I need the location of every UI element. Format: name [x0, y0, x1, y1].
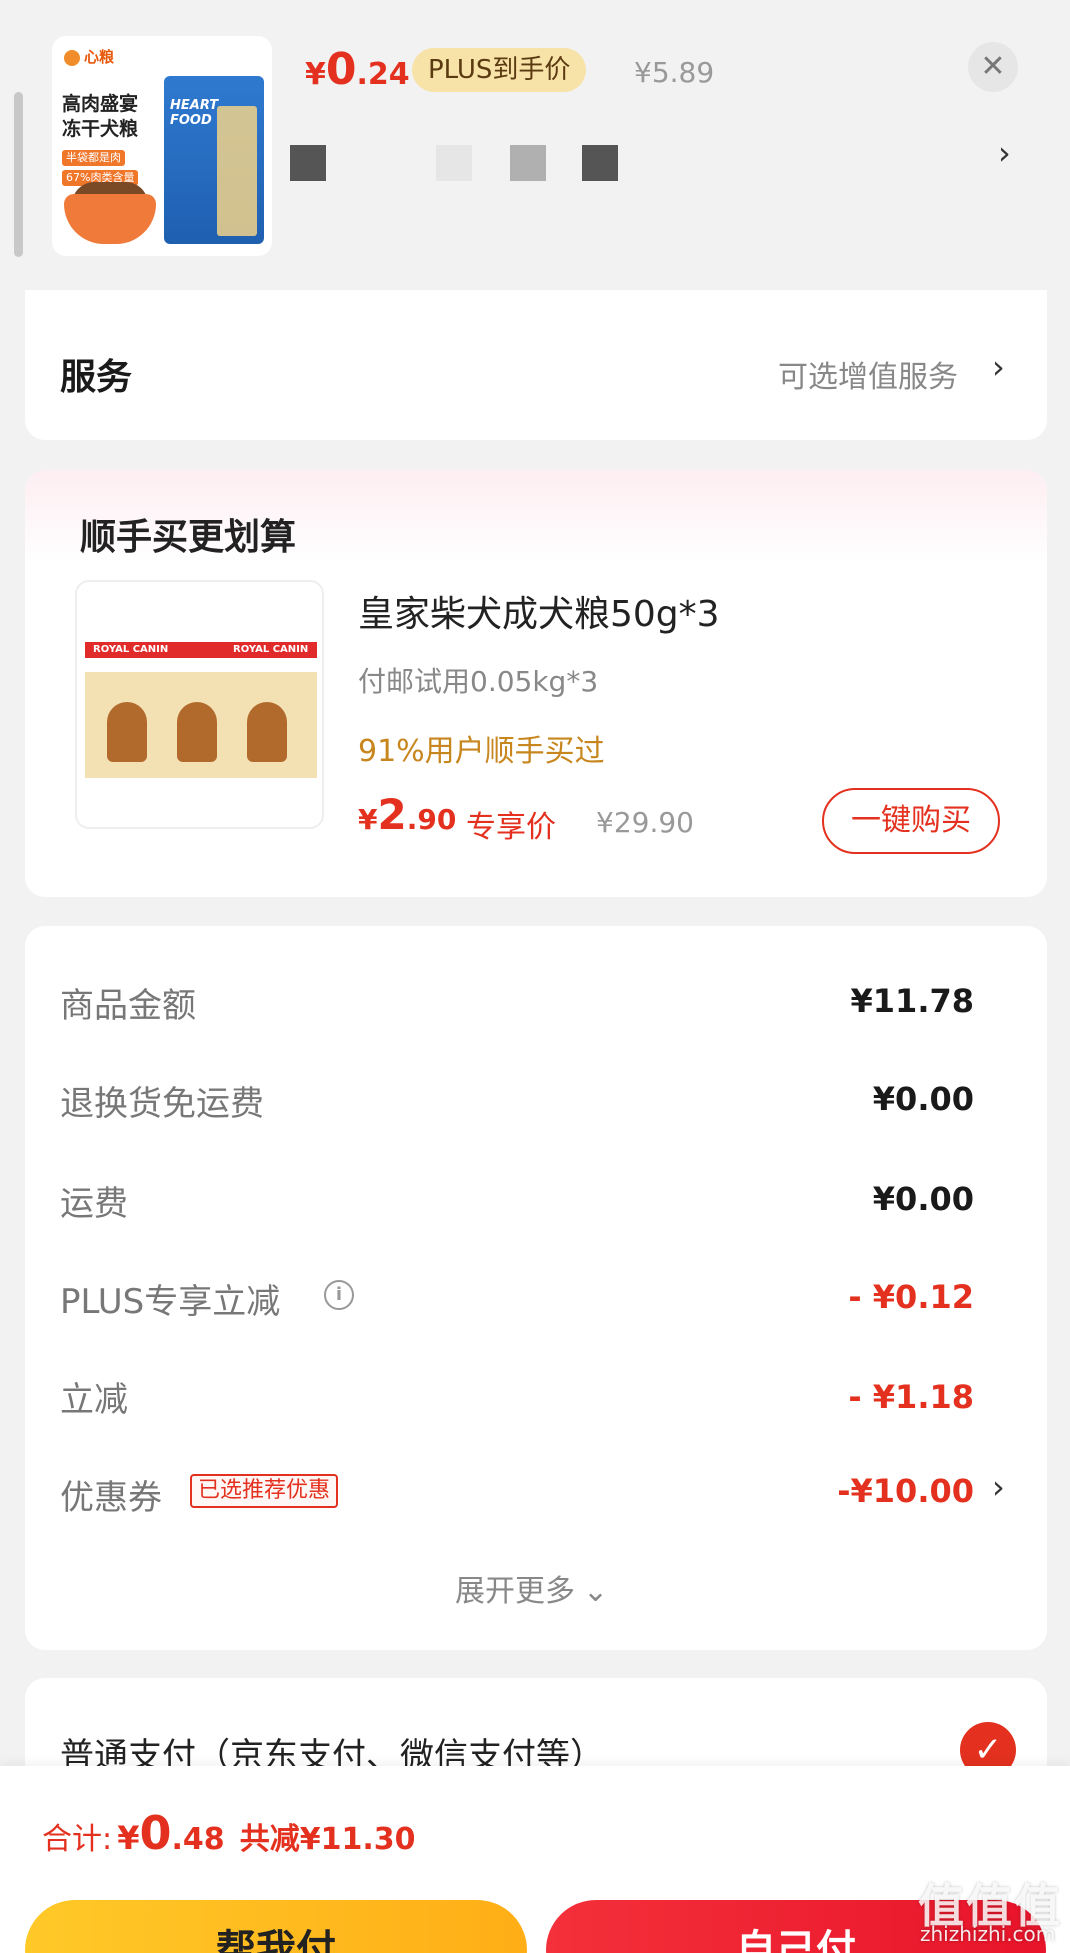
plus-price-badge: PLUS到手价 [412, 48, 587, 92]
thumbnail-tag: 半袋都是肉 [62, 150, 125, 166]
summary-row-value: ¥11.78 [850, 982, 974, 1020]
original-price: ¥5.89 [634, 56, 715, 89]
summary-row-label: 优惠券 [60, 1478, 162, 1518]
bag-brand-text: HEART FOOD [170, 98, 219, 128]
chevron-down-icon: ⌄ [583, 1574, 609, 1609]
service-title: 服务 [60, 357, 133, 398]
variant-more-chevron-icon[interactable]: › [998, 134, 1011, 172]
addon-title: 顺手买更划算 [80, 517, 297, 558]
summary-row-value: ¥0.00 [872, 1080, 974, 1118]
coupon-value[interactable]: -¥10.00 [780, 1472, 974, 1510]
package-brand: ROYAL CANIN [93, 644, 169, 655]
summary-row-value: - ¥1.18 [848, 1378, 974, 1416]
summary-row-value: ¥0.00 [872, 1180, 974, 1218]
addon-popularity: 91%用户顺手买过 [358, 734, 605, 769]
product-thumbnail[interactable]: 心粮 高肉盛宴 冻干犬粮 半袋都是肉 67%肉类含量 HEART FOOD [52, 36, 272, 256]
dog-graphic [107, 702, 147, 762]
summary-row-label: 退换货免运费 [60, 1084, 264, 1124]
addon-subtitle: 付邮试用0.05kg*3 [358, 665, 599, 698]
close-button[interactable]: ✕ [968, 42, 1018, 92]
variant-swatch[interactable] [582, 145, 618, 181]
coupon-recommended-badge: 已选推荐优惠 [190, 1474, 339, 1508]
paw-icon [64, 49, 80, 66]
help-pay-button[interactable]: 帮我付 [25, 1900, 527, 1953]
addon-original-price: ¥29.90 [596, 806, 694, 839]
summary-row-label: 立减 [60, 1380, 128, 1420]
addon-price: ¥2.90 [358, 790, 457, 839]
dog-graphic [177, 702, 217, 762]
bowl-graphic [64, 194, 156, 244]
chevron-right-icon[interactable]: › [992, 1468, 1005, 1506]
scroll-indicator[interactable] [14, 92, 23, 257]
summary-row-label: PLUS专享立减 [60, 1282, 281, 1322]
variant-swatch[interactable] [290, 145, 326, 181]
chevron-right-icon[interactable]: › [992, 348, 1005, 386]
one-click-buy-button[interactable]: 一键购买 [822, 788, 1000, 854]
summary-row-label: 运费 [60, 1184, 128, 1224]
exclusive-price-label: 专享价 [466, 810, 556, 845]
service-option-label[interactable]: 可选增值服务 [778, 352, 958, 396]
addon-name[interactable]: 皇家柴犬成犬粮50g*3 [358, 585, 720, 637]
variant-swatch[interactable] [436, 145, 472, 181]
thumbnail-brand: 心粮 [64, 46, 114, 67]
product-price: ¥0.24 [305, 44, 410, 95]
summary-row-value: - ¥0.12 [848, 1278, 974, 1316]
variant-swatch[interactable] [510, 145, 546, 181]
package-brand: ROYAL CANIN [233, 644, 309, 655]
info-icon[interactable]: i [324, 1280, 354, 1310]
expand-more-button[interactable]: 展开更多 ⌄ [455, 1566, 608, 1610]
watermark-url: zhizhizhi.com [920, 1922, 1056, 1946]
dog-graphic [247, 702, 287, 762]
thumbnail-title: 高肉盛宴 冻干犬粮 [62, 93, 139, 140]
addon-product-image[interactable]: ROYAL CANIN ROYAL CANIN [75, 580, 324, 829]
total-discount: 共减¥11.30 [239, 1822, 416, 1857]
summary-row-label: 商品金额 [60, 986, 196, 1026]
order-total: 合计: ¥0.48 共减¥11.30 [42, 1806, 416, 1860]
